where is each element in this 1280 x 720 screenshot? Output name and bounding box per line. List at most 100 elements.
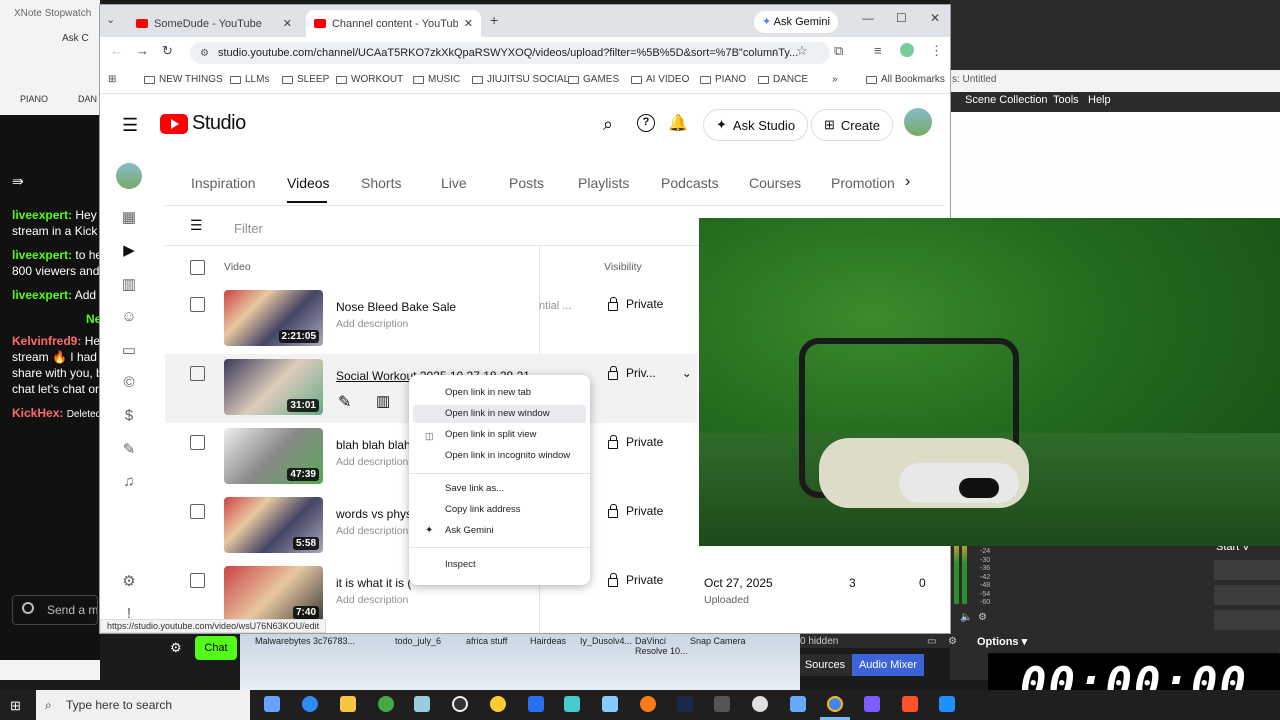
audio-mixer-tab[interactable]: Audio Mixer	[852, 654, 924, 676]
maximize-icon[interactable]: ☐	[896, 11, 907, 25]
tab-posts[interactable]: Posts	[509, 175, 544, 191]
menu-save-link[interactable]: Save link as...	[445, 483, 504, 494]
minimize-icon[interactable]: —	[862, 11, 874, 25]
row-checkbox[interactable]	[190, 504, 205, 519]
desktop-icon-label[interactable]: Snap Camera	[690, 636, 746, 646]
bookmark-new-things[interactable]: NEW THINGS	[144, 74, 223, 85]
help-icon[interactable]: ?	[637, 114, 655, 132]
video-description[interactable]: Add description	[336, 594, 408, 606]
desktop-icon-label[interactable]: todo_july_6	[395, 636, 441, 646]
menu-inspect[interactable]: Inspect	[445, 559, 476, 570]
background-tab[interactable]: Ask C	[62, 33, 89, 44]
video-description[interactable]: Add description	[336, 525, 408, 537]
row-checkbox[interactable]	[190, 573, 205, 588]
app-icon[interactable]	[790, 696, 806, 712]
channel-avatar[interactable]	[116, 163, 142, 189]
docs-icon[interactable]	[528, 696, 544, 712]
community-icon[interactable]: ☺	[120, 308, 138, 326]
bookmark-piano[interactable]: PIANO	[700, 74, 746, 85]
notifications-bell-icon[interactable]: 🔔	[668, 113, 688, 133]
video-description[interactable]: Add description	[336, 456, 408, 468]
tab-playlists[interactable]: Playlists	[578, 175, 629, 191]
menu-copy-link[interactable]: Copy link address	[445, 504, 521, 515]
obs-icon[interactable]	[452, 696, 468, 712]
video-title[interactable]: it is what it is (	[336, 576, 411, 590]
bookmark-music[interactable]: MUSIC	[413, 74, 460, 85]
edit-pencil-icon[interactable]: ✎	[338, 392, 351, 412]
tab-channel-content[interactable]: Channel content - YouTube Stu ✕	[306, 10, 481, 37]
visibility-cell[interactable]: Private	[608, 296, 663, 311]
tab-podcasts[interactable]: Podcasts	[661, 175, 719, 191]
apps-icon[interactable]: ⊞	[108, 74, 116, 85]
file-explorer-icon[interactable]	[340, 696, 356, 712]
ask-gemini-button[interactable]: ✦ Ask Gemini	[754, 11, 838, 33]
bookmark-sleep[interactable]: SLEEP	[282, 74, 329, 85]
edge-icon[interactable]	[302, 696, 318, 712]
visibility-cell[interactable]: Private	[608, 434, 663, 449]
background-bookmark-piano[interactable]: PIANO	[20, 94, 48, 104]
tab-videos[interactable]: Videos	[287, 175, 330, 191]
close-tab-icon[interactable]: ✕	[464, 17, 473, 30]
audio-settings-icon[interactable]: ⚙	[978, 612, 987, 623]
tab-promotions[interactable]: Promotion	[831, 175, 895, 191]
davinci-icon[interactable]	[714, 696, 730, 712]
new-tab-icon[interactable]: +	[490, 12, 498, 28]
menu-ask-gemini[interactable]: Ask Gemini	[445, 525, 494, 536]
photoshop-icon[interactable]	[677, 696, 693, 712]
background-bookmark-dance[interactable]: DAN	[78, 94, 97, 104]
chat-button[interactable]: Chat	[195, 636, 237, 660]
video-thumbnail[interactable]: 31:01	[224, 359, 323, 415]
video-thumbnail[interactable]: 2:21:05	[224, 290, 323, 346]
dashboard-icon[interactable]: ▦	[120, 208, 138, 226]
chevron-right-icon[interactable]: ›	[905, 173, 910, 191]
menu-open-new-window[interactable]: Open link in new window	[445, 408, 550, 419]
profile-icon[interactable]	[900, 43, 914, 57]
menu-open-split-view[interactable]: Open link in split view	[445, 429, 536, 440]
customization-icon[interactable]: ✎	[120, 440, 138, 458]
bookmark-dance[interactable]: DANCE	[758, 74, 808, 85]
tab-courses[interactable]: Courses	[749, 175, 801, 191]
all-bookmarks[interactable]: All Bookmarks	[866, 74, 945, 85]
app-icon[interactable]	[378, 696, 394, 712]
filter-icon[interactable]: ☰	[190, 217, 203, 234]
desktop-icon-label[interactable]: DaVinci Resolve 10...	[635, 636, 695, 656]
col-visibility-header[interactable]: Visibility	[604, 261, 642, 273]
menu-open-incognito[interactable]: Open link in incognito window	[445, 450, 570, 461]
close-tab-icon[interactable]: ✕	[283, 17, 292, 30]
row-checkbox[interactable]	[190, 297, 205, 312]
analytics-icon[interactable]: ▥	[120, 275, 138, 293]
settings-gear-icon[interactable]: ⚙	[120, 572, 138, 590]
chrome-icon[interactable]	[827, 696, 843, 712]
video-thumbnail[interactable]: 7:40	[224, 566, 323, 622]
bookmark-jiujitsu[interactable]: JIUJITSU SOCIAL	[472, 74, 569, 85]
desktop-icon-label[interactable]: Iy_Dusolv4...	[580, 636, 632, 646]
earn-icon[interactable]: $	[120, 407, 138, 425]
bookmark-workout[interactable]: WORKOUT	[336, 74, 403, 85]
tab-inspiration[interactable]: Inspiration	[191, 175, 256, 191]
copyright-icon[interactable]: ©	[120, 374, 138, 392]
filter-input[interactable]: Filter	[234, 221, 263, 236]
video-description[interactable]: Add description	[336, 318, 408, 330]
table-row[interactable]: 2:21:05 Nose Bleed Bake Sale Add descrip…	[165, 285, 700, 354]
tab-shorts[interactable]: Shorts	[361, 175, 401, 191]
ask-studio-button[interactable]: ✦ Ask Studio	[703, 109, 809, 141]
extensions-icon[interactable]: ⧉	[834, 43, 843, 59]
firefox-icon[interactable]	[640, 696, 656, 712]
search-icon[interactable]: ⌕	[603, 114, 613, 135]
address-bar[interactable]: studio.youtube.com/channel/UCAaT5RKO7zkX…	[190, 42, 830, 64]
more-bookmarks-icon[interactable]: »	[832, 74, 838, 85]
app-icon[interactable]	[602, 696, 618, 712]
reload-icon[interactable]: ↻	[162, 43, 173, 59]
content-icon[interactable]: ▶	[120, 241, 138, 259]
app-icon[interactable]	[939, 696, 955, 712]
video-thumbnail[interactable]: 5:58	[224, 497, 323, 553]
menu-kebab-icon[interactable]: ⋮	[930, 43, 943, 59]
video-title[interactable]: words vs phys	[336, 507, 412, 521]
desktop-icon-label[interactable]: Hairdeas	[530, 636, 566, 646]
bookmark-games[interactable]: GAMES	[568, 74, 619, 85]
desktop-icon-label[interactable]: africa stuff	[466, 636, 507, 646]
subtitles-icon[interactable]: ▭	[120, 341, 138, 359]
layout-icon[interactable]: ▭	[927, 636, 936, 647]
gear-icon[interactable]: ⚙	[948, 636, 957, 647]
account-avatar[interactable]	[904, 108, 932, 136]
